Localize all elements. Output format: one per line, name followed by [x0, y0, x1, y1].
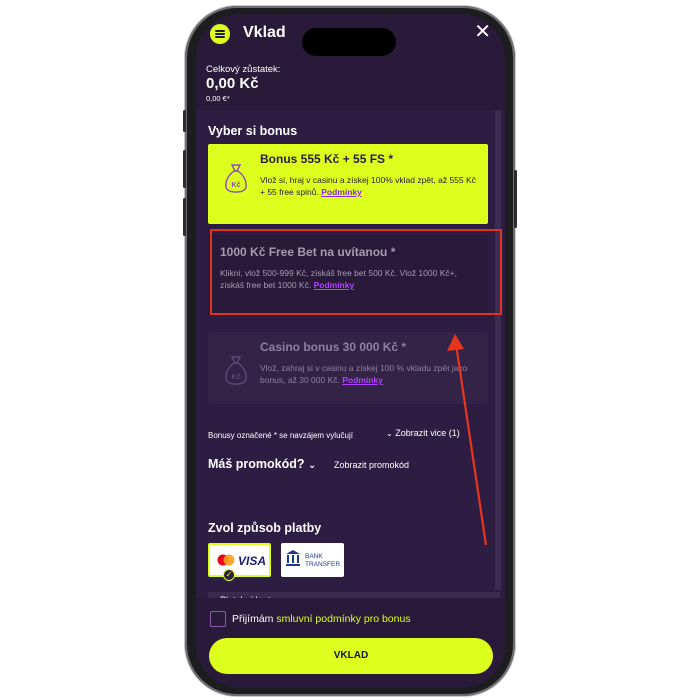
phone-volume-up	[183, 150, 186, 188]
payment-card-option[interactable]: VISA	[208, 543, 271, 577]
visa-label: VISA	[238, 554, 266, 568]
accept-terms-checkbox[interactable]	[210, 611, 226, 627]
phone-action-button	[183, 110, 186, 132]
terms-link[interactable]: smluvní podmínky pro bonus	[276, 613, 410, 625]
show-promo-button[interactable]: Zobrazit promokód	[334, 460, 409, 470]
page-title: Vklad	[243, 24, 286, 41]
money-bag-icon: Kč	[225, 164, 247, 193]
terms-link[interactable]: Podmínky	[342, 375, 383, 385]
accept-terms-label: Přijímám smluvní podmínky pro bonus	[232, 613, 411, 625]
bonus-section-title: Vyber si bonus	[208, 124, 298, 138]
bonus-title: Casino bonus 30 000 Kč *	[260, 340, 407, 354]
bonus-description: Vlož, zahraj si v casinu a získej 100 % …	[260, 363, 468, 385]
phone-volume-down	[183, 198, 186, 236]
scrollbar[interactable]	[495, 110, 501, 590]
bank-label-2: TRANSFER	[305, 561, 340, 568]
menu-icon[interactable]	[210, 24, 230, 44]
deposit-button[interactable]: VKLAD	[209, 638, 493, 674]
balance-label: Celkový zůstatek:	[206, 64, 281, 75]
close-icon[interactable]: ✕	[474, 22, 491, 42]
bonus-option-1[interactable]: Kč Bonus 555 Kč + 55 FS * Vlož si, hraj …	[208, 144, 488, 224]
promo-title: Máš promokód? ⌄	[208, 457, 317, 471]
bag-label: Kč	[232, 374, 241, 381]
dynamic-island	[302, 28, 396, 56]
balance-panel: Celkový zůstatek: 0,00 Kč 0,00 €*	[196, 60, 505, 110]
bonus-title: Bonus 555 Kč + 55 FS *	[260, 152, 394, 166]
bonus-option-3[interactable]: Kč Casino bonus 30 000 Kč * Vlož, zahraj…	[208, 332, 488, 404]
money-bag-icon: Kč	[225, 356, 247, 385]
exclusive-note: Bonusy označené * se navzájem vylučují	[208, 431, 353, 440]
highlight-box	[210, 229, 502, 315]
mastercard-visa-icon: VISA	[217, 554, 266, 568]
terms-link[interactable]: Podmínky	[321, 187, 362, 197]
payment-bank-option[interactable]: BANK TRANSFER	[281, 543, 344, 577]
phone-screen: Vklad ✕ Celkový zůstatek: 0,00 Kč 0,00 €…	[196, 14, 505, 688]
bank-icon: BANK TRANSFER	[286, 550, 340, 568]
payment-title: Zvol způsob platby	[208, 521, 322, 535]
deposit-footer: Přijímám smluvní podmínky pro bonus VKLA…	[196, 598, 505, 688]
chevron-down-icon: ⌄	[386, 429, 393, 438]
bank-label-1: BANK	[305, 553, 323, 560]
show-more-button[interactable]: ⌄ Zobrazit vice (1)	[386, 428, 460, 438]
bag-label: Kč	[232, 182, 241, 189]
selected-check-icon: ✓	[223, 569, 235, 581]
balance-value: 0,00 Kč	[206, 75, 259, 92]
balance-eur: 0,00 €*	[206, 94, 230, 103]
chevron-down-icon[interactable]: ⌄	[308, 460, 316, 471]
phone-power-button	[514, 170, 517, 228]
bonus-description: Vlož si, hraj v casinu a získej 100% vkl…	[260, 175, 476, 197]
